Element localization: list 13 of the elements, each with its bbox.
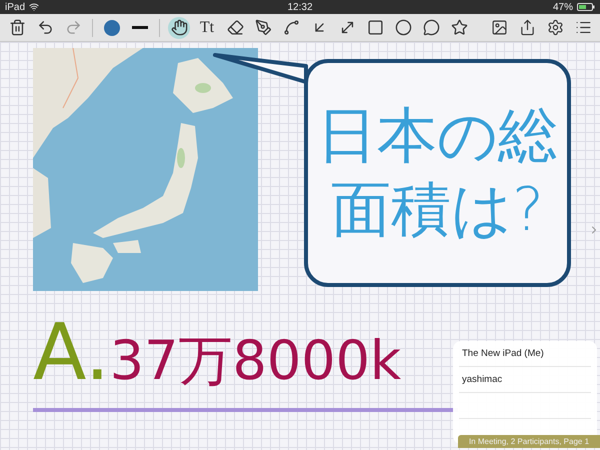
- battery-icon: [577, 3, 595, 11]
- device-name: iPad: [5, 2, 26, 12]
- handwritten-text: 面積は?: [331, 180, 544, 240]
- handwritten-text: 日本の総: [317, 106, 558, 166]
- wifi-icon: [29, 2, 40, 12]
- battery-percent: 47%: [552, 2, 573, 12]
- participant-row[interactable]: yashimac: [459, 367, 591, 393]
- participant-row[interactable]: The New iPad (Me): [459, 341, 591, 367]
- hand-icon[interactable]: [168, 16, 190, 38]
- text-tool-button[interactable]: Tt: [196, 16, 218, 38]
- handwritten-label: A.: [33, 314, 110, 392]
- handwritten-answer: 37万8000k: [110, 334, 402, 388]
- clock: 12:32: [287, 2, 313, 12]
